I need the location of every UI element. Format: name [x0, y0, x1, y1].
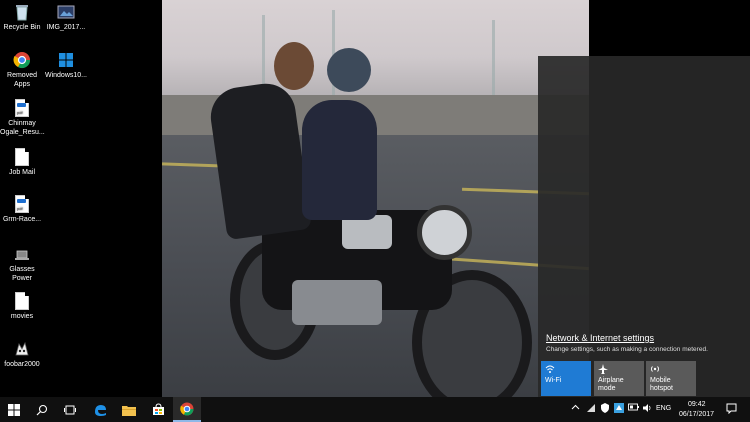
wallpaper-photo: [162, 0, 589, 397]
desktop-icon-label: IMG_2017...: [46, 24, 86, 31]
desktop-icon-windows10[interactable]: Windows10...: [44, 51, 88, 80]
taskbar-store[interactable]: [144, 397, 172, 422]
pdf-file-icon: pdf: [13, 99, 31, 117]
desktop-icon-label: Grm-Race...: [2, 216, 42, 223]
wifi-icon: [545, 364, 587, 377]
desktop-icon-resume[interactable]: pdf Chinmay Ogale_Resu...: [0, 99, 45, 137]
clock-time[interactable]: 09:42: [688, 401, 706, 408]
task-view-button[interactable]: [56, 397, 84, 422]
airplane-mode-tile[interactable]: Airplane mode: [594, 361, 644, 396]
tray-network[interactable]: [586, 403, 596, 415]
mobile-hotspot-tile-label: Mobile hotspot: [650, 377, 673, 392]
recycle-bin-icon: [13, 3, 31, 21]
desktop-icon-label: Chinmay Ogale_Resu...: [0, 120, 45, 136]
desktop-icon-label: Windows10...: [44, 72, 88, 79]
desktop-icon-removed-apps[interactable]: Removed Apps: [0, 51, 44, 89]
notification-icon: [726, 403, 737, 415]
chevron-up-icon: [571, 404, 580, 410]
start-button[interactable]: [0, 397, 28, 422]
network-settings-description: Change settings, such as making a connec…: [546, 346, 708, 353]
task-view-icon: [64, 405, 76, 414]
tray-app[interactable]: [614, 403, 624, 415]
chrome-icon: [13, 51, 31, 69]
desktop-icon-grm-race[interactable]: pdf Grm-Race...: [0, 195, 44, 224]
desktop-icon-foobar2000[interactable]: foobar2000: [0, 340, 44, 369]
windows-start-icon: [8, 403, 20, 416]
search-button[interactable]: [28, 397, 56, 422]
battery-icon: [628, 403, 639, 411]
wifi-tile[interactable]: Wi-Fi: [541, 361, 591, 396]
image-file-icon: [57, 3, 75, 21]
chrome-icon: [180, 402, 194, 415]
action-center-button[interactable]: [726, 403, 737, 416]
tray-security[interactable]: [600, 403, 610, 415]
app-tray-icon: [614, 403, 624, 413]
mobile-hotspot-tile[interactable]: Mobile hotspot: [646, 361, 696, 396]
desktop-icon-movies[interactable]: movies: [0, 292, 44, 321]
document-icon: [13, 148, 31, 166]
desktop-icon-label: foobar2000: [4, 361, 40, 368]
tray-volume[interactable]: [642, 403, 652, 415]
search-icon: [36, 404, 48, 415]
network-internet-settings-link[interactable]: Network & Internet settings: [546, 333, 654, 343]
store-icon: [152, 403, 164, 415]
file-explorer-icon: [122, 405, 136, 416]
wifi-tile-label: Wi-Fi: [545, 377, 562, 384]
pdf-file-icon: pdf: [13, 195, 31, 213]
airplane-mode-tile-label: Airplane mode: [598, 377, 624, 392]
desktop-icon-recycle-bin[interactable]: Recycle Bin: [0, 3, 44, 32]
desktop-icon-label: Recycle Bin: [3, 24, 41, 31]
desktop-icon-label: Glasses Power: [9, 266, 35, 282]
foobar-icon: [13, 340, 31, 358]
desktop-icon-job-mail[interactable]: Job Mail: [0, 148, 44, 177]
laptop-icon: [13, 245, 31, 263]
taskbar-chrome[interactable]: [173, 397, 201, 422]
windows-logo-icon: [57, 51, 75, 69]
taskbar-file-explorer[interactable]: [115, 397, 143, 422]
edge-icon: [95, 404, 106, 416]
speaker-icon: [643, 404, 651, 412]
taskbar: ENG: [0, 397, 750, 422]
desktop-icon-img-file[interactable]: IMG_2017...: [44, 3, 88, 32]
desktop-icon-label: Removed Apps: [7, 72, 37, 88]
show-hidden-icons-button[interactable]: [571, 403, 580, 414]
taskbar-edge[interactable]: [86, 397, 114, 422]
desktop-icon-label: Job Mail: [8, 169, 36, 176]
desktop-icon-label: movies: [10, 313, 34, 320]
wifi-icon: [587, 404, 595, 412]
airplane-icon: [598, 364, 640, 377]
shield-icon: [601, 403, 609, 413]
clock-date[interactable]: 06/17/2017: [679, 411, 714, 418]
tray-battery[interactable]: [628, 403, 639, 413]
desktop-icon-glasses-power[interactable]: Glasses Power: [0, 245, 44, 283]
hotspot-icon: [650, 364, 692, 377]
language-indicator[interactable]: ENG: [656, 405, 671, 412]
document-icon: [13, 292, 31, 310]
